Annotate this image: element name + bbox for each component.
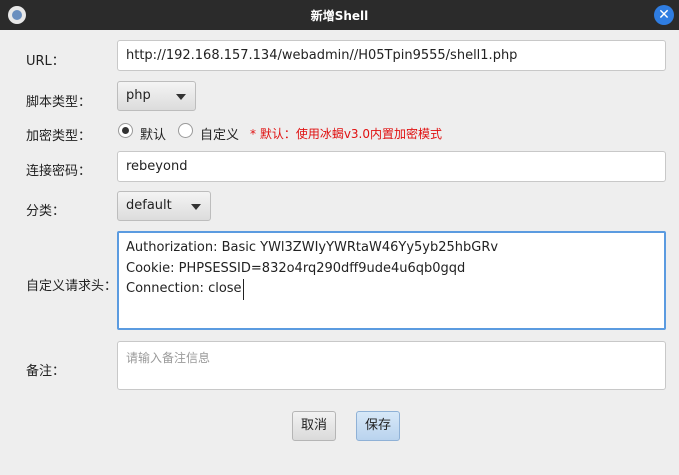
script-type-label: 脚本类型： xyxy=(26,95,92,110)
header-line: Authorization: Basic YWl3ZWIyYWRtaW46Yy5… xyxy=(126,240,499,255)
save-button[interactable]: 保存 xyxy=(356,411,400,441)
url-input[interactable]: http://192.168.157.134/webadmin//H05Tpin… xyxy=(117,40,666,71)
password-label: 连接密码： xyxy=(26,164,92,179)
password-input[interactable]: rebeyond xyxy=(117,151,666,182)
cancel-button[interactable]: 取消 xyxy=(292,411,336,441)
radio-custom-label[interactable]: 自定义 xyxy=(200,124,239,143)
category-label: 分类： xyxy=(26,204,66,219)
remark-label: 备注： xyxy=(26,364,66,379)
header-line: Cookie: PHPSESSID=832o4rq290dff9ude4u6qb… xyxy=(126,260,466,276)
encryption-note: * 默认：使用冰蝎v3.0内置加密模式 xyxy=(250,127,443,141)
script-type-value: php xyxy=(126,88,151,103)
script-type-select[interactable]: php xyxy=(117,81,196,111)
headers-label: 自定义请求头： xyxy=(26,279,118,294)
chevron-down-icon xyxy=(176,94,186,100)
radio-default[interactable] xyxy=(118,123,133,138)
headers-textarea[interactable]: Authorization: Basic YWl3ZWIyYWRtaW46Yy5… xyxy=(117,231,666,330)
radio-custom[interactable] xyxy=(178,123,193,138)
title-bar: 新增Shell ✕ xyxy=(0,0,679,30)
close-icon[interactable]: ✕ xyxy=(654,5,674,25)
url-label: URL： xyxy=(26,54,65,69)
header-line: Connection: close xyxy=(126,279,244,300)
category-value: default xyxy=(126,198,172,213)
radio-default-label[interactable]: 默认 xyxy=(140,124,166,143)
encryption-label: 加密类型： xyxy=(26,129,92,144)
dialog-body: URL： http://192.168.157.134/webadmin//H0… xyxy=(0,30,679,475)
remark-textarea[interactable]: 请输入备注信息 xyxy=(117,341,666,390)
window-title: 新增Shell xyxy=(310,9,369,23)
chevron-down-icon xyxy=(191,204,201,210)
category-select[interactable]: default xyxy=(117,191,211,221)
